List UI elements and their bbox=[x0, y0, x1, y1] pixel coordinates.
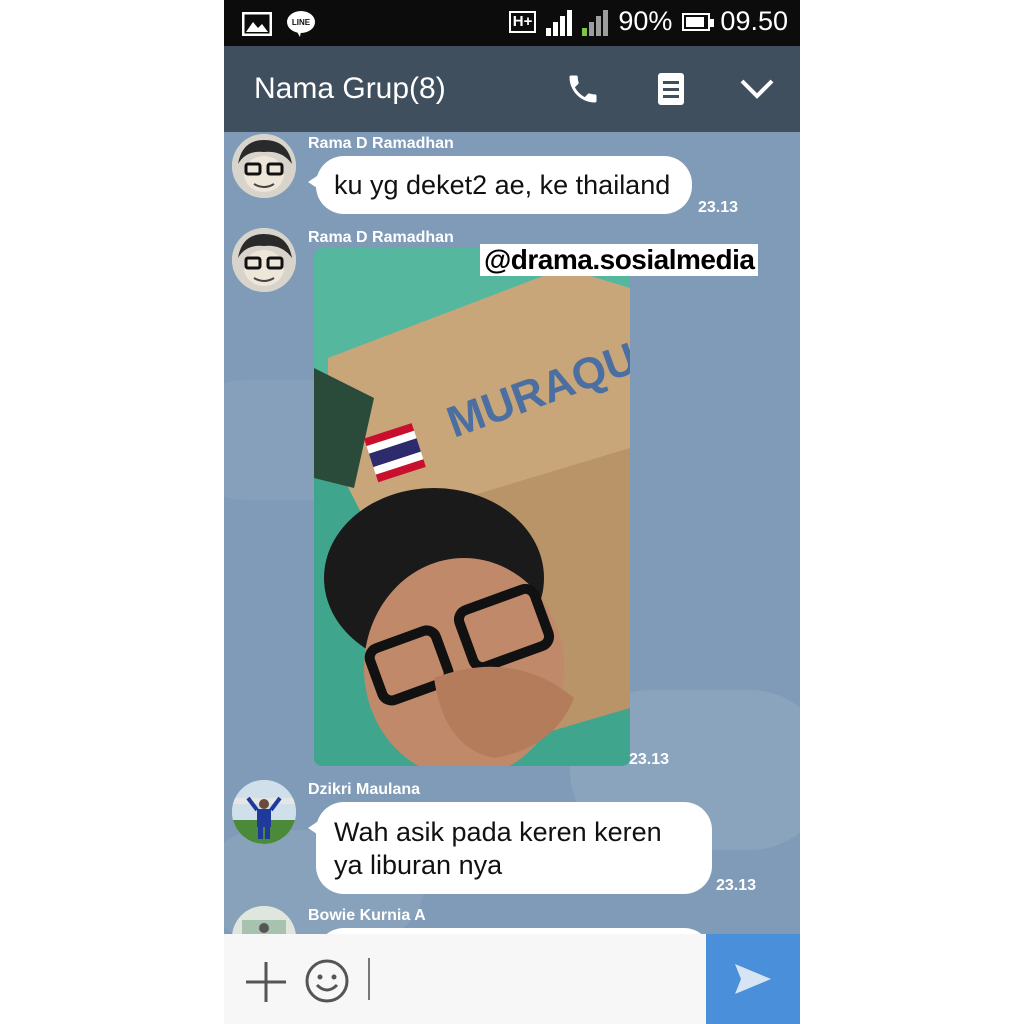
gallery-icon bbox=[242, 12, 272, 36]
avatar[interactable] bbox=[232, 780, 296, 844]
message-text: ku yg deket2 ae, ke thailand bbox=[334, 170, 671, 200]
phone-screen: LINE H+ 90% 09.50 Nama Grup(8) Rama D Ra… bbox=[224, 0, 800, 1024]
group-title[interactable]: Nama Grup(8) bbox=[254, 72, 446, 106]
chat-header: Nama Grup(8) bbox=[224, 46, 800, 132]
notes-icon bbox=[658, 73, 684, 105]
avatar-face-image bbox=[232, 134, 296, 198]
battery-percent: 90% bbox=[618, 6, 673, 36]
avatar[interactable] bbox=[232, 134, 296, 198]
selfie-photo-image: MURAQUA bbox=[314, 248, 630, 766]
signal-sim2-icon bbox=[582, 8, 609, 36]
battery-icon bbox=[682, 12, 715, 31]
send-icon bbox=[735, 964, 771, 994]
network-type: H+ bbox=[508, 10, 537, 33]
chevron-down-icon bbox=[740, 79, 774, 99]
svg-text:LINE: LINE bbox=[292, 18, 311, 27]
watermark-text: @drama.sosialmedia bbox=[480, 244, 759, 276]
attach-button[interactable] bbox=[244, 960, 288, 1004]
send-button[interactable] bbox=[706, 934, 800, 1024]
plus-icon bbox=[246, 962, 286, 1002]
sender-name: Rama D Ramadhan bbox=[308, 229, 454, 246]
photo-message[interactable]: MURAQUA bbox=[314, 248, 630, 766]
message-time: 23.13 bbox=[698, 199, 739, 216]
message-text-line: Wah asik pada keren keren bbox=[334, 817, 662, 847]
message-input-bar bbox=[224, 934, 800, 1024]
sender-name: Dzikri Maulana bbox=[308, 781, 421, 798]
notes-button[interactable] bbox=[648, 66, 694, 112]
status-bar: LINE H+ 90% 09.50 bbox=[224, 0, 800, 46]
avatar-face-image bbox=[232, 228, 296, 292]
menu-toggle-button[interactable] bbox=[734, 66, 780, 112]
message-bubble[interactable]: ku yg deket2 ae, ke thailand bbox=[308, 156, 692, 214]
signal-sim1-icon bbox=[546, 8, 573, 36]
avatar[interactable] bbox=[232, 228, 296, 292]
message-time: 23.13 bbox=[629, 751, 670, 768]
message-input[interactable] bbox=[368, 958, 370, 1000]
line-app-icon: LINE bbox=[287, 11, 315, 37]
avatar-football-image bbox=[232, 780, 296, 844]
emoji-button[interactable] bbox=[304, 958, 350, 1004]
clock: 09.50 bbox=[720, 6, 788, 36]
phone-icon bbox=[569, 75, 597, 103]
message-bubble[interactable]: Wah asik pada keren keren ya liburan nya bbox=[308, 802, 712, 894]
emoji-icon bbox=[305, 959, 349, 1003]
sender-name: Bowie Kurnia A bbox=[308, 907, 426, 924]
sender-name: Rama D Ramadhan bbox=[308, 135, 454, 152]
message-time: 23.13 bbox=[716, 877, 757, 894]
message-text-line: ya liburan nya bbox=[334, 850, 503, 880]
call-button[interactable] bbox=[560, 66, 606, 112]
